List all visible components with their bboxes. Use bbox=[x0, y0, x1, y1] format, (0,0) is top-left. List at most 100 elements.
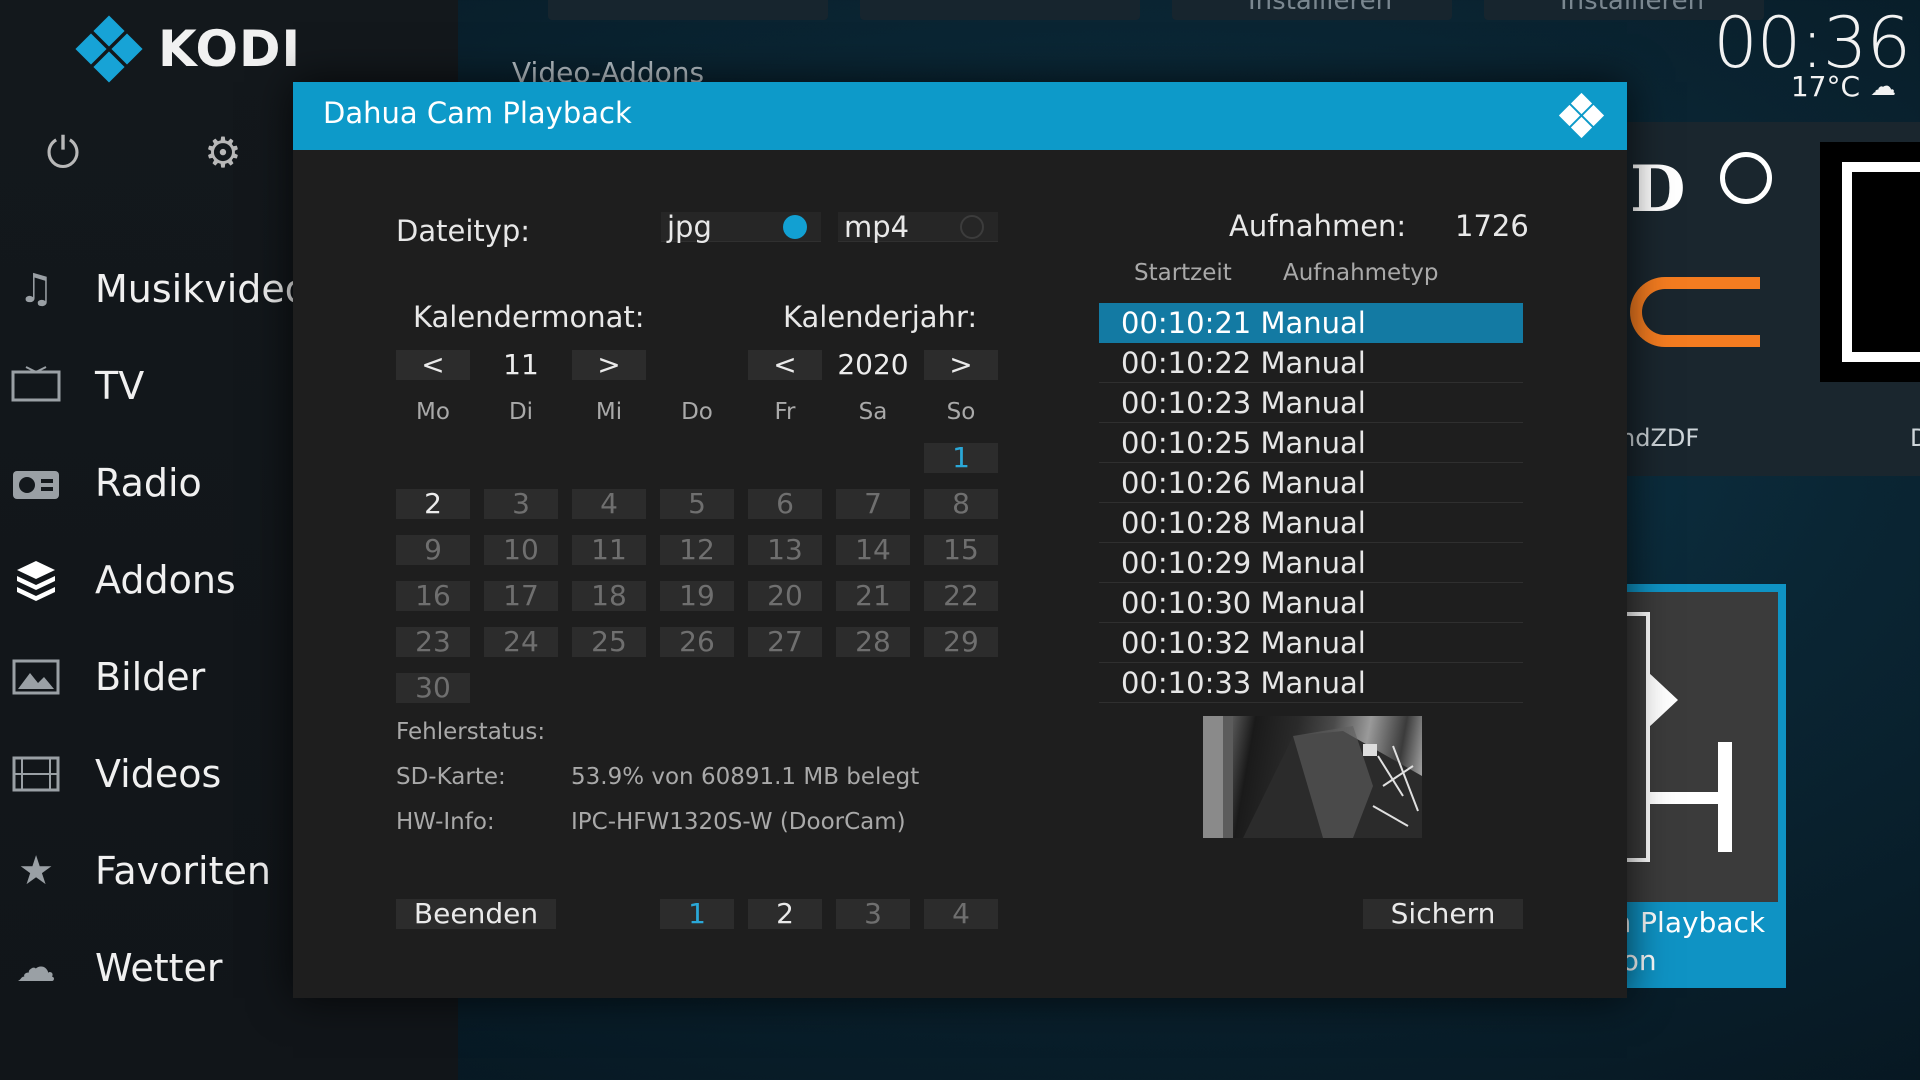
weekday-header: Sa bbox=[858, 399, 888, 425]
calendar-day-6[interactable]: 6 bbox=[748, 489, 822, 519]
calendar-day-28[interactable]: 28 bbox=[836, 627, 910, 657]
kodi-logo-icon bbox=[75, 15, 143, 83]
calendar-day-26[interactable]: 26 bbox=[660, 627, 734, 657]
temperature: 17°C bbox=[1790, 70, 1860, 103]
addon-tile-dahua[interactable]: m Playback don bbox=[1600, 584, 1786, 988]
ard-logo: D bbox=[1630, 152, 1686, 227]
weather-status: 17°C ☁ bbox=[1791, 70, 1896, 103]
calendar-day-3[interactable]: 3 bbox=[484, 489, 558, 519]
tv-icon bbox=[10, 360, 62, 412]
zdf-logo-icon bbox=[1630, 277, 1760, 347]
recording-row[interactable]: 00:10:26 Manual bbox=[1099, 463, 1523, 503]
save-button[interactable]: Sichern bbox=[1363, 899, 1523, 929]
filetype-option-label: mp4 bbox=[844, 210, 910, 244]
page-button-4[interactable]: 4 bbox=[924, 899, 998, 929]
month-label: Kalendermonat: bbox=[413, 300, 645, 334]
year-value: 2020 bbox=[837, 348, 909, 381]
page-button-1[interactable]: 1 bbox=[660, 899, 734, 929]
calendar-day-30[interactable]: 30 bbox=[396, 673, 470, 703]
recording-row[interactable]: 00:10:21 Manual bbox=[1099, 303, 1523, 343]
recording-row[interactable]: 00:10:29 Manual bbox=[1099, 543, 1523, 583]
weather-cloud-icon: ☁ bbox=[1870, 71, 1896, 102]
radio-selected-icon bbox=[783, 215, 807, 239]
recording-row[interactable]: 00:10:30 Manual bbox=[1099, 583, 1523, 623]
gear-icon[interactable]: ⚙ bbox=[198, 128, 248, 178]
month-next-button[interactable]: > bbox=[572, 350, 646, 380]
addon-tile-dazn[interactable]: D bbox=[1800, 122, 1920, 476]
calendar-day-25[interactable]: 25 bbox=[572, 627, 646, 657]
sd-card-label: SD-Karte: bbox=[396, 764, 506, 790]
recording-row[interactable]: 00:10:33 Manual bbox=[1099, 663, 1523, 703]
year-prev-button[interactable]: < bbox=[748, 350, 822, 380]
calendar-day-11[interactable]: 11 bbox=[572, 535, 646, 565]
filetype-option-jpg[interactable]: jpg bbox=[661, 210, 821, 244]
weekday-header: So bbox=[946, 399, 976, 425]
recordings-list: 00:10:21 Manual 00:10:22 Manual 00:10:23… bbox=[1099, 303, 1523, 703]
filetype-option-mp4[interactable]: mp4 bbox=[838, 210, 998, 244]
logo-text: KODI bbox=[158, 20, 302, 78]
calendar-day-15[interactable]: 15 bbox=[924, 535, 998, 565]
film-icon bbox=[10, 748, 62, 800]
weekday-header: Do bbox=[681, 399, 713, 425]
sidebar-item-label: Favoriten bbox=[95, 848, 271, 893]
year-next-button[interactable]: > bbox=[924, 350, 998, 380]
column-header-start[interactable]: Startzeit bbox=[1134, 260, 1232, 286]
weekday-header: Mo bbox=[416, 399, 450, 425]
recording-row[interactable]: 00:10:23 Manual bbox=[1099, 383, 1523, 423]
kodi-logo: KODI bbox=[75, 15, 302, 83]
calendar-day-1[interactable]: 1 bbox=[924, 443, 998, 473]
calendar-day-18[interactable]: 18 bbox=[572, 581, 646, 611]
calendar-day-14[interactable]: 14 bbox=[836, 535, 910, 565]
recording-row[interactable]: 00:10:25 Manual bbox=[1099, 423, 1523, 463]
calendar-day-24[interactable]: 24 bbox=[484, 627, 558, 657]
radio-unselected-icon bbox=[960, 215, 984, 239]
calendar-day-7[interactable]: 7 bbox=[836, 489, 910, 519]
weekday-header: Fr bbox=[774, 399, 796, 425]
column-header-type[interactable]: Aufnahmetyp bbox=[1283, 260, 1438, 286]
tile-label: ndZDF bbox=[1620, 424, 1700, 452]
filetype-label: Dateityp: bbox=[396, 214, 531, 248]
calendar-day-29[interactable]: 29 bbox=[924, 627, 998, 657]
dialog-title: Dahua Cam Playback bbox=[323, 96, 632, 130]
year-label: Kalenderjahr: bbox=[783, 300, 978, 334]
ard-one-icon bbox=[1720, 152, 1772, 204]
calendar-day-19[interactable]: 19 bbox=[660, 581, 734, 611]
calendar-day-16[interactable]: 16 bbox=[396, 581, 470, 611]
calendar-day-10[interactable]: 10 bbox=[484, 535, 558, 565]
tile-label: m Playback bbox=[1604, 906, 1766, 939]
calendar-day-12[interactable]: 12 bbox=[660, 535, 734, 565]
quit-button[interactable]: Beenden bbox=[396, 899, 556, 929]
picture-icon bbox=[10, 651, 62, 703]
dahua-playback-dialog: Dahua Cam Playback Dateityp: jpg mp4 Kal… bbox=[293, 82, 1627, 998]
calendar-day-4[interactable]: 4 bbox=[572, 489, 646, 519]
background-tile-label: Installieren bbox=[1560, 0, 1705, 16]
recording-row[interactable]: 00:10:22 Manual bbox=[1099, 343, 1523, 383]
calendar-day-13[interactable]: 13 bbox=[748, 535, 822, 565]
calendar-day-27[interactable]: 27 bbox=[748, 627, 822, 657]
calendar-day-9[interactable]: 9 bbox=[396, 535, 470, 565]
background-tile-label: Installieren bbox=[1248, 0, 1393, 16]
recordings-label: Aufnahmen: bbox=[1229, 209, 1407, 243]
calendar-day-5[interactable]: 5 bbox=[660, 489, 734, 519]
calendar-day-23[interactable]: 23 bbox=[396, 627, 470, 657]
hw-info-label: HW-Info: bbox=[396, 809, 495, 835]
weekday-header: Mi bbox=[595, 399, 623, 425]
calendar-day-17[interactable]: 17 bbox=[484, 581, 558, 611]
page-button-2[interactable]: 2 bbox=[748, 899, 822, 929]
sidebar-item-label: Radio bbox=[95, 460, 202, 505]
radio-icon bbox=[10, 457, 62, 509]
calendar-day-20[interactable]: 20 bbox=[748, 581, 822, 611]
calendar-day-22[interactable]: 22 bbox=[924, 581, 998, 611]
recording-row[interactable]: 00:10:28 Manual bbox=[1099, 503, 1523, 543]
month-prev-button[interactable]: < bbox=[396, 350, 470, 380]
calendar-day-21[interactable]: 21 bbox=[836, 581, 910, 611]
page-button-3[interactable]: 3 bbox=[836, 899, 910, 929]
tile-label: D bbox=[1910, 424, 1920, 452]
sd-card-value: 53.9% von 60891.1 MB belegt bbox=[571, 764, 920, 790]
power-icon[interactable]: ⏻ bbox=[38, 128, 88, 178]
recordings-count: 1726 bbox=[1455, 209, 1529, 243]
weather-icon: ☁ bbox=[16, 944, 56, 991]
calendar-day-8[interactable]: 8 bbox=[924, 489, 998, 519]
recording-row[interactable]: 00:10:32 Manual bbox=[1099, 623, 1523, 663]
calendar-day-2[interactable]: 2 bbox=[396, 489, 470, 519]
